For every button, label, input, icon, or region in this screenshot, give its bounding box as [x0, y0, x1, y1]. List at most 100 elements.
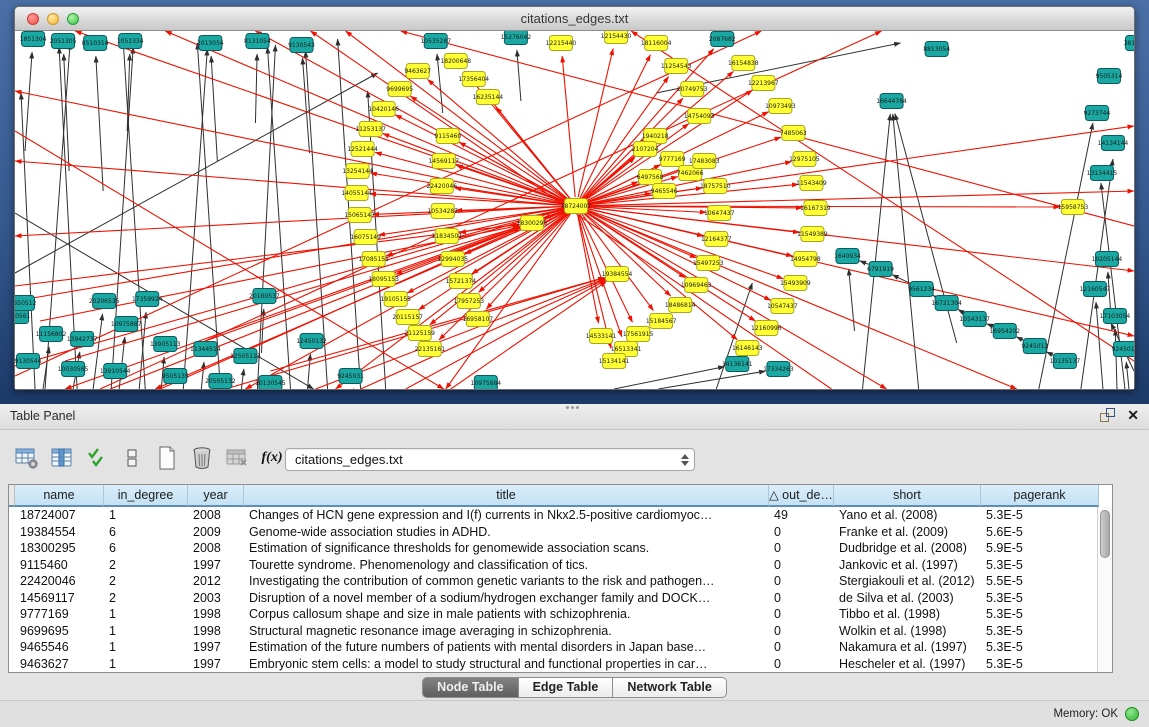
table-cell[interactable]: 0	[769, 557, 834, 574]
graph-node[interactable]: 9245012	[1021, 339, 1048, 354]
table-cell[interactable]: 22420046	[15, 573, 104, 590]
graph-node[interactable]: 12164377	[701, 232, 732, 247]
graph-edge[interactable]	[255, 54, 257, 123]
graph-node[interactable]: 2087682	[709, 32, 736, 47]
table-cell[interactable]: Embryonic stem cells: a model to study s…	[244, 656, 769, 673]
graph-edge[interactable]	[614, 367, 724, 389]
table-cell[interactable]: Franke et al. (2009)	[834, 524, 981, 541]
table-cell[interactable]: 1	[104, 507, 188, 524]
table-cell[interactable]: 0	[769, 540, 834, 557]
graph-node[interactable]: 1640934	[834, 249, 861, 264]
graph-node[interactable]: 17483083	[689, 154, 720, 169]
graph-node[interactable]: 10205144	[1092, 252, 1123, 267]
graph-edge[interactable]	[96, 56, 103, 191]
graph-node[interactable]: 10543137	[959, 312, 990, 327]
graph-edge[interactable]	[302, 58, 309, 153]
table-cell[interactable]: 1	[104, 623, 188, 640]
delete-table-icon[interactable]	[224, 445, 250, 471]
graph-node[interactable]: 9245013	[1112, 342, 1134, 357]
table-cell[interactable]: 2008	[188, 540, 244, 557]
table-cell[interactable]: Disruption of a novel member of a sodium…	[244, 590, 769, 607]
graph-node[interactable]: 12154430	[601, 31, 632, 44]
table-cell[interactable]: Stergiakouli et al. (2012)	[834, 573, 981, 590]
graph-node[interactable]: 12521444	[347, 142, 378, 157]
network-graph-svg[interactable]: 1872400716154838122139671097349374850631…	[15, 31, 1134, 389]
table-cell[interactable]: Yano et al. (2008)	[834, 507, 981, 524]
graph-node[interactable]: 8510314	[82, 36, 109, 51]
table-cell[interactable]: Genome-wide association studies in ADHD.	[244, 524, 769, 541]
table-cell[interactable]: 9465546	[15, 639, 104, 656]
table-cell[interactable]: 6	[104, 524, 188, 541]
table-cell[interactable]: Changes of HCN gene expression and I(f) …	[244, 507, 769, 524]
delete-column-icon[interactable]	[189, 445, 215, 471]
graph-node[interactable]: 8650512	[15, 296, 37, 311]
graph-node[interactable]: 16146143	[732, 341, 763, 356]
table-cell[interactable]: 5.3E-5	[981, 623, 1097, 640]
graph-edge[interactable]	[183, 49, 207, 389]
splitter-grip[interactable]	[566, 405, 580, 410]
graph-node[interactable]: 18757510	[700, 179, 731, 194]
table-cell[interactable]: 0	[769, 590, 834, 607]
graph-node[interactable]: 16154838	[728, 56, 759, 71]
tab-edge-table[interactable]: Edge Table	[519, 677, 614, 698]
graph-node[interactable]: 12160547	[1080, 282, 1111, 297]
column-header-in_degree[interactable]: in_degree	[104, 485, 188, 507]
table-cell[interactable]: 1997	[188, 656, 244, 673]
table-row[interactable]: 1872400712008Changes of HCN gene express…	[9, 507, 1097, 524]
graph-node[interactable]: 9130544	[15, 354, 42, 369]
graph-node[interactable]: 22420046	[426, 179, 457, 194]
table-row[interactable]: 1938455462009Genome-wide association stu…	[9, 524, 1097, 541]
table-cell[interactable]: 1997	[188, 639, 244, 656]
graph-node[interactable]: 9777169	[659, 152, 686, 167]
graph-node[interactable]: 13910544	[100, 364, 131, 379]
attribute-settings-icon[interactable]	[14, 445, 40, 471]
graph-node[interactable]: 9505135	[162, 369, 189, 384]
graph-node[interactable]: 6791919	[867, 262, 894, 277]
graph-node[interactable]: 12450132	[296, 334, 327, 349]
graph-node[interactable]: 18486814	[665, 298, 696, 313]
graph-edge[interactable]	[25, 52, 32, 151]
graph-node[interactable]: 12994035	[437, 252, 468, 267]
graph-node[interactable]: 18116004	[641, 36, 672, 51]
graph-node[interactable]: 16954202	[989, 324, 1020, 339]
table-cell[interactable]: 0	[769, 573, 834, 590]
graph-node[interactable]: 17561915	[623, 327, 654, 342]
graph-edge[interactable]	[211, 56, 217, 161]
graph-node[interactable]: 9273744	[1084, 106, 1111, 121]
graph-node[interactable]: 9465546	[651, 184, 678, 199]
table-cell[interactable]: Dudbridge et al. (2008)	[834, 540, 981, 557]
graph-node[interactable]: 12505113	[230, 349, 261, 364]
graph-node[interactable]: 15958753	[1058, 200, 1089, 215]
graph-node[interactable]: 11156802	[36, 327, 67, 342]
graph-node[interactable]: 15134141	[599, 354, 630, 369]
table-cell[interactable]: 9777169	[15, 606, 104, 623]
graph-node[interactable]: 11253137	[355, 122, 386, 137]
graph-node[interactable]: 17103054	[1100, 309, 1131, 324]
graph-edge[interactable]	[584, 211, 686, 278]
table-cell[interactable]: 5.3E-5	[981, 590, 1097, 607]
row-selection-icon[interactable]	[84, 445, 110, 471]
graph-node[interactable]: 16721304	[931, 296, 962, 311]
table-cell[interactable]: 5.3E-5	[981, 606, 1097, 623]
table-cell[interactable]: 2	[104, 590, 188, 607]
graph-edge[interactable]	[1115, 329, 1117, 389]
tab-network-table[interactable]: Network Table	[613, 677, 727, 698]
graph-node[interactable]: 15497253	[693, 256, 724, 271]
graph-node[interactable]: 8131054	[244, 34, 271, 49]
table-cell[interactable]: 9115460	[15, 557, 104, 574]
table-cell[interactable]: Wolkin et al. (1998)	[834, 623, 981, 640]
table-cell[interactable]: 0	[769, 639, 834, 656]
graph-node[interactable]: 17334263	[763, 362, 794, 377]
table-cell[interactable]: 18300295	[15, 540, 104, 557]
graph-node[interactable]: 9245031	[337, 369, 364, 384]
graph-node[interactable]: 16075149	[350, 230, 381, 245]
graph-node[interactable]: 9130543	[288, 38, 315, 53]
graph-node[interactable]: 9561234	[908, 282, 935, 297]
graph-node[interactable]: 18724007	[561, 199, 592, 214]
graph-node[interactable]: 16644784	[876, 94, 907, 109]
graph-node[interactable]: 1851304	[20, 32, 47, 47]
table-cell[interactable]: 19384554	[15, 524, 104, 541]
table-cell[interactable]: Hescheler et al. (1997)	[834, 656, 981, 673]
table-cell[interactable]: 6	[104, 540, 188, 557]
table-row[interactable]: 969969511998Structural magnetic resonanc…	[9, 623, 1097, 640]
